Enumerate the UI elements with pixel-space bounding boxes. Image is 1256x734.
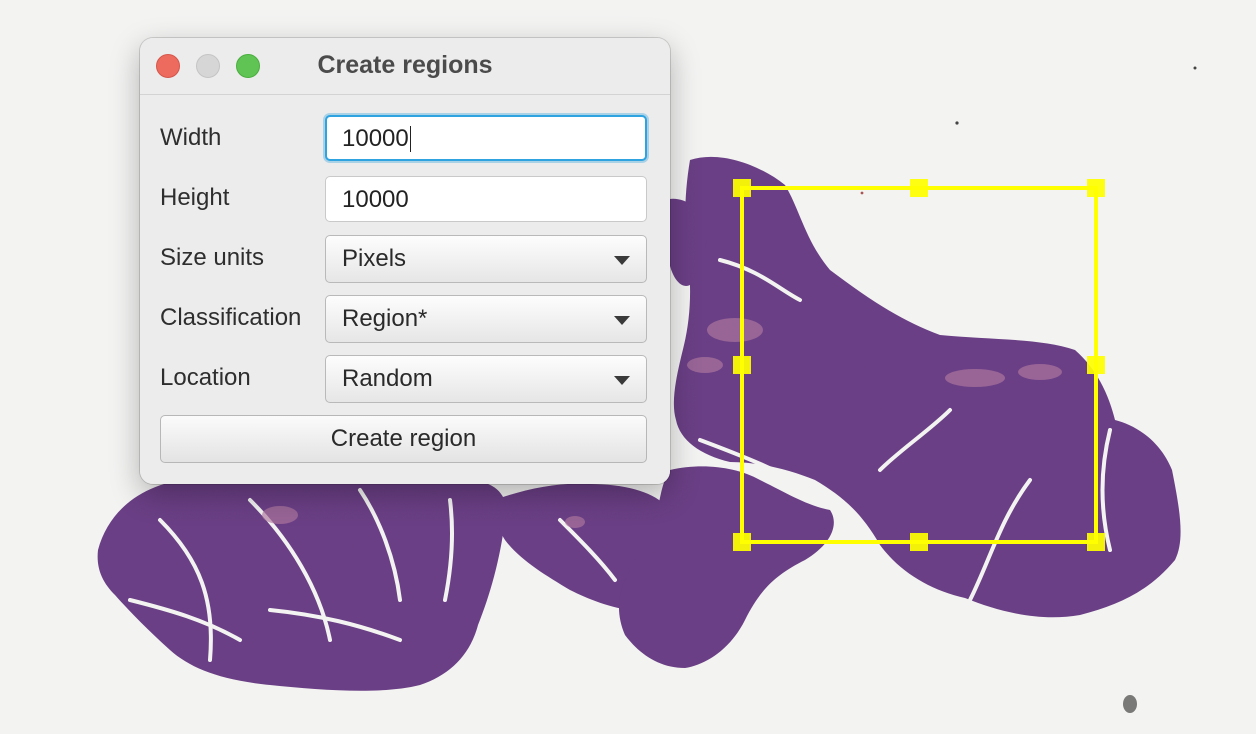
height-input[interactable]: 10000 [325, 176, 647, 222]
location-value: Random [342, 365, 433, 392]
location-select[interactable]: Random [325, 355, 647, 403]
chevron-down-icon [614, 316, 630, 325]
width-label: Width [160, 124, 222, 151]
chevron-down-icon [614, 376, 630, 385]
classification-label: Classification [160, 304, 302, 331]
location-label: Location [160, 364, 251, 391]
resize-handle-bottom[interactable] [910, 533, 928, 551]
classification-select[interactable]: Region* [325, 295, 647, 343]
size-units-select[interactable]: Pixels [325, 235, 647, 283]
resize-handle-top-left[interactable] [733, 179, 751, 197]
dialog-content: Width 10000 Height 10000 Size units Pixe… [140, 95, 670, 484]
height-label: Height [160, 184, 230, 211]
resize-handle-left[interactable] [733, 356, 751, 374]
classification-value: Region* [342, 305, 428, 332]
width-input[interactable]: 10000 [325, 115, 647, 161]
resize-handle-top-right[interactable] [1087, 179, 1105, 197]
resize-handle-top[interactable] [910, 179, 928, 197]
chevron-down-icon [614, 256, 630, 265]
create-region-button[interactable]: Create region [160, 415, 647, 463]
dialog-titlebar[interactable]: Create regions [140, 38, 670, 95]
create-regions-dialog: Create regions Width 10000 Height 10000 … [140, 38, 670, 484]
height-input-value: 10000 [342, 186, 409, 213]
resize-handle-bottom-left[interactable] [733, 533, 751, 551]
text-caret [409, 126, 412, 152]
width-input-value: 10000 [342, 125, 409, 152]
size-units-value: Pixels [342, 245, 407, 272]
size-units-label: Size units [160, 244, 265, 271]
resize-handle-right[interactable] [1087, 356, 1105, 374]
resize-handle-bottom-right[interactable] [1087, 533, 1105, 551]
dialog-title: Create regions [317, 51, 493, 79]
